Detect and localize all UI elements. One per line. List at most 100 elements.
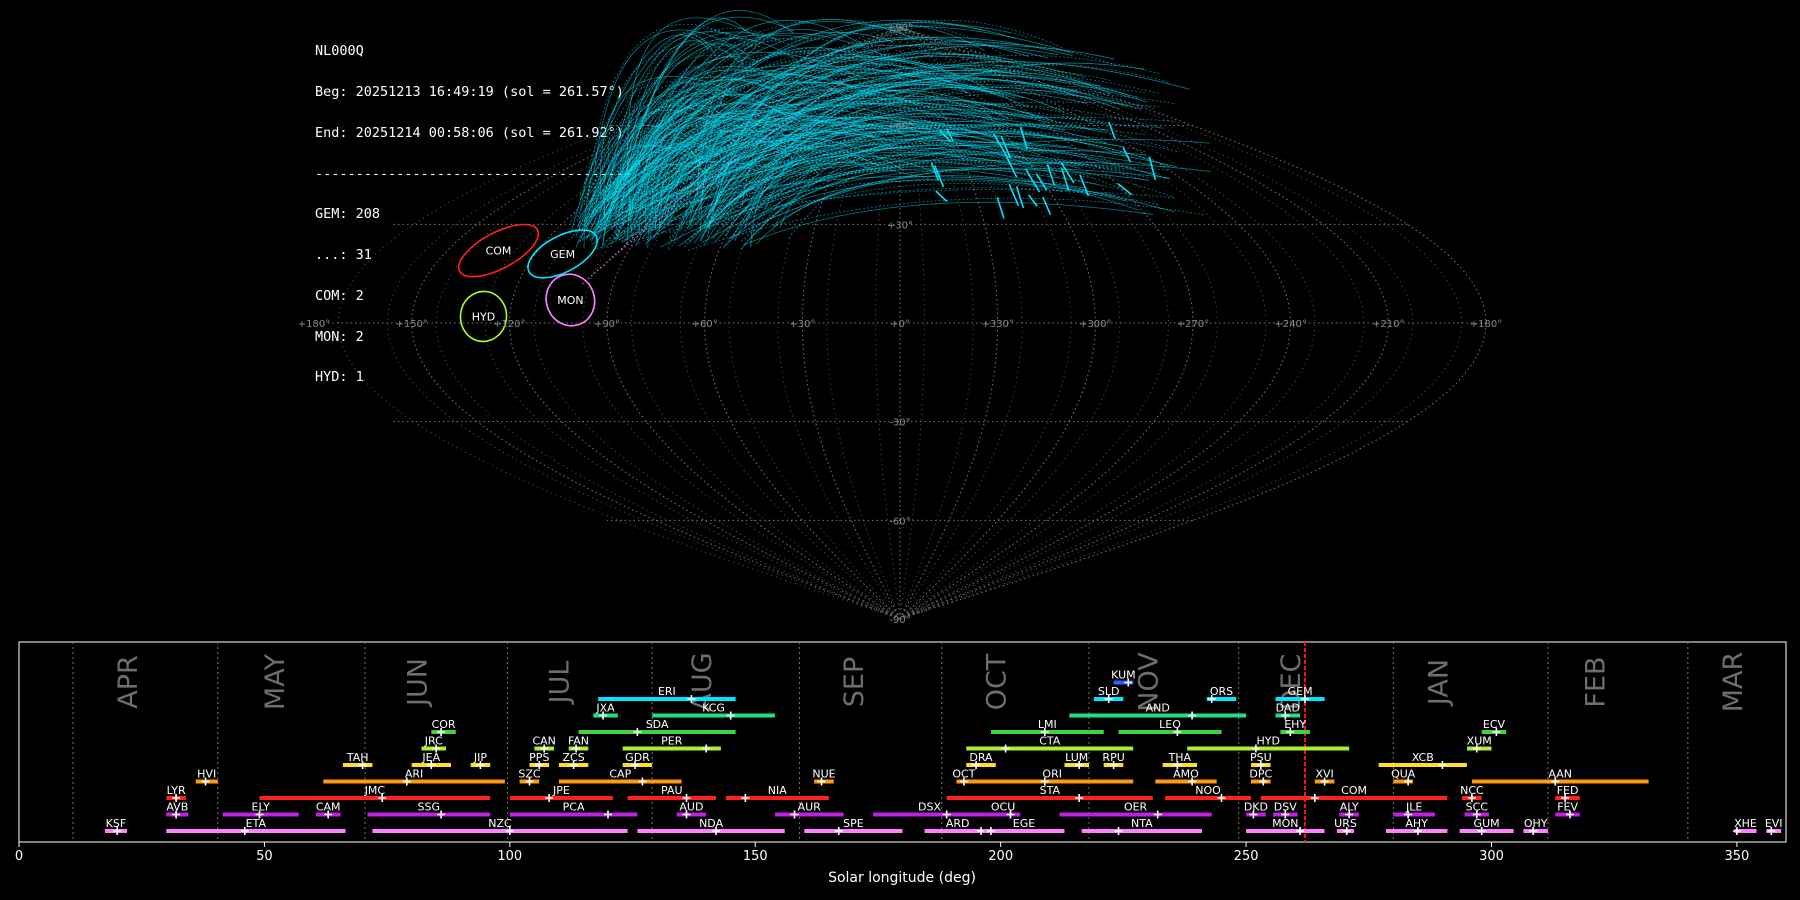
shower-label: JMC	[364, 784, 386, 797]
lon-tick-label: +180°	[1470, 319, 1502, 330]
lon-tick-label: +270°	[1177, 319, 1209, 330]
meteor-track	[743, 201, 1153, 246]
month-label: JUN	[402, 658, 433, 708]
shower-label: DSX	[918, 801, 941, 814]
shower-label: GUM	[1474, 817, 1500, 830]
shower-label: JPE	[552, 784, 570, 797]
month-label: MAY	[260, 653, 291, 710]
shower-label: OHY	[1524, 817, 1548, 830]
shower-label: NTA	[1131, 817, 1153, 830]
lon-tick-label: +90°	[594, 319, 620, 330]
shower-label: ARI	[405, 768, 423, 781]
shower-label: FED	[1557, 784, 1579, 797]
shower-label: ERI	[658, 685, 676, 698]
x-tick-label: 100	[497, 849, 522, 864]
shower-label: NIA	[768, 784, 787, 797]
shower-label: COM	[1341, 784, 1367, 797]
shower-label: DRA	[969, 751, 993, 764]
meteor-track-end	[1027, 194, 1038, 207]
shower-label: AVB	[166, 801, 188, 814]
shower-label: XVI	[1315, 768, 1333, 781]
shower-label: FAN	[568, 735, 589, 748]
shower-label: KUM	[1111, 669, 1135, 682]
radiant-label: GEM	[550, 248, 575, 261]
shower-label: AUR	[798, 801, 822, 814]
x-axis: 0 50 100 150 200 250 300 350	[15, 842, 1749, 864]
radiant-label: COM	[486, 245, 512, 258]
shower-label: SZC	[518, 768, 541, 781]
shower-label: DKD	[1244, 801, 1268, 814]
shower-label: ETA	[246, 817, 267, 830]
shower-label: JEA	[421, 751, 440, 764]
shower-label: SLD	[1098, 685, 1120, 698]
lon-tick-label: +180°	[298, 319, 330, 330]
shower-label: DPC	[1249, 768, 1272, 781]
x-tick-label: 0	[15, 849, 23, 864]
lon-tick-label: +210°	[1372, 319, 1404, 330]
shower-label: COR	[432, 718, 456, 731]
shower-label: DSV	[1274, 801, 1297, 814]
sky-tick-labels: +180° +150° +120° +90° +60° +30° +0° +330° +300°…	[298, 23, 1502, 626]
shower-label: SCC	[1466, 801, 1489, 814]
shower-label: QUA	[1391, 768, 1416, 781]
meteor-tracks	[570, 10, 1211, 285]
shower-label: OCU	[991, 801, 1015, 814]
shower-label: ORI	[1042, 768, 1062, 781]
shower-label: AND	[1146, 702, 1170, 715]
shower-label: GEM	[1288, 685, 1313, 698]
shower-timeline: APR MAY JUN JUL AUG SEP OCT NOV DEC JAN FEB MAR KSF…	[15, 641, 1787, 886]
meteor-track-end	[935, 190, 948, 203]
lon-tick-label: +120°	[493, 319, 525, 330]
shower-label: NUE	[812, 768, 835, 781]
lon-tick-label: +30°	[789, 319, 815, 330]
month-label: OCT	[982, 653, 1013, 710]
x-tick-label: 350	[1724, 849, 1749, 864]
shower-label: PAU	[661, 784, 683, 797]
shower-label: AHY	[1405, 817, 1428, 830]
shower-label: STA	[1040, 784, 1061, 797]
sky-map: COM GEM MON HYD +180° +150° +120° +90° +60° +30°…	[298, 10, 1502, 626]
shower-label: LUM	[1065, 751, 1088, 764]
shower-label: PER	[661, 735, 683, 748]
shower-label: SDA	[646, 718, 669, 731]
lon-tick-label: +300°	[1079, 319, 1111, 330]
shower-label: CAN	[532, 735, 555, 748]
shower-label: NOO	[1195, 784, 1221, 797]
shower-label: EGE	[1013, 817, 1035, 830]
shower-label: LYR	[167, 784, 186, 797]
shower-label: MON	[1272, 817, 1298, 830]
shower-label: XHE	[1734, 817, 1757, 830]
shower-label: RPU	[1102, 751, 1124, 764]
meteor-track	[626, 187, 1159, 244]
shower-label: CTA	[1039, 735, 1061, 748]
lat-tick-label: -60°	[889, 516, 910, 527]
shower-label: ELY	[252, 801, 271, 814]
shower-label: URS	[1334, 817, 1357, 830]
x-axis-label: Solar longitude (deg)	[828, 870, 976, 886]
shower-label: CAM	[316, 801, 341, 814]
shower-label: ORS	[1210, 685, 1233, 698]
shower-label: KCG	[702, 702, 725, 715]
shower-label: CAP	[609, 768, 631, 781]
shower-label: LMI	[1038, 718, 1057, 731]
shower-label: NCC	[1460, 784, 1484, 797]
shower-label: GDR	[625, 751, 650, 764]
meteor-track	[756, 175, 1175, 245]
shower-label: ECV	[1483, 718, 1506, 731]
shower-label: PSU	[1250, 751, 1272, 764]
shower-label: HVI	[197, 768, 216, 781]
shower-label: OCT	[952, 768, 975, 781]
shower-label: AUD	[679, 801, 703, 814]
x-tick-label: 200	[988, 849, 1013, 864]
shower-label: NDA	[699, 817, 724, 830]
x-tick-label: 250	[1234, 849, 1259, 864]
shower-label: LEO	[1159, 718, 1181, 731]
shower-label: ARD	[946, 817, 970, 830]
radiant-label: MON	[557, 294, 583, 307]
shower-label: PCA	[563, 801, 585, 814]
shower-label: TAH	[346, 751, 369, 764]
meteor-chart: COM GEM MON HYD +180° +150° +120° +90° +60° +30°…	[15, 10, 1787, 886]
shower-label: NZC	[488, 817, 512, 830]
shower-label: EHY	[1284, 718, 1306, 731]
shower-label: HYD	[1256, 735, 1279, 748]
